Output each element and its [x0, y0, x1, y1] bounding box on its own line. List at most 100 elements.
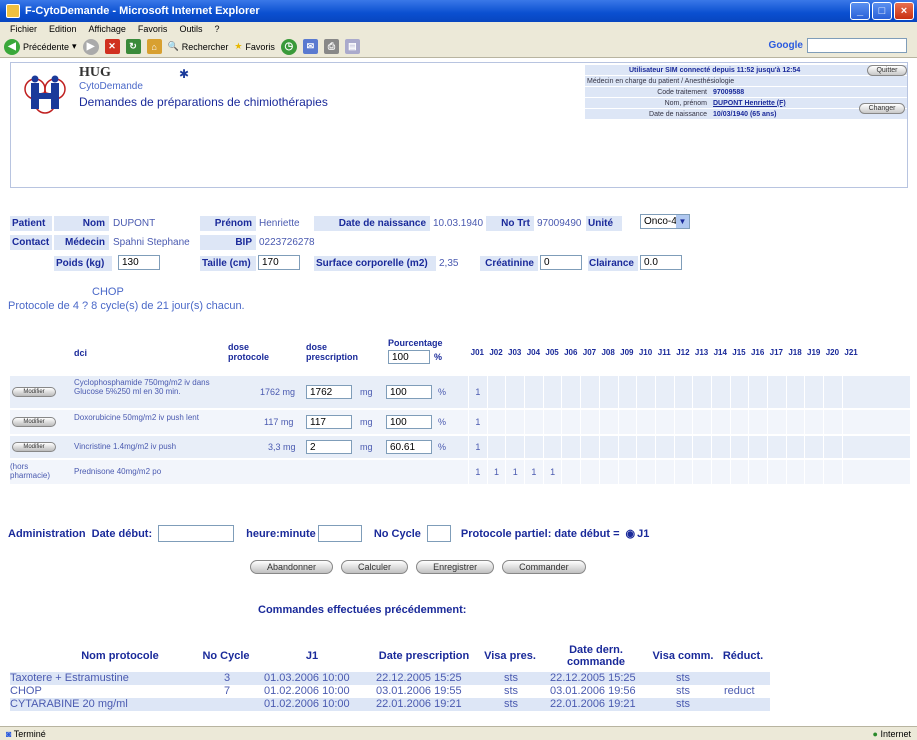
mail-icon[interactable]: ✉	[302, 39, 318, 54]
day-cell[interactable]	[505, 376, 524, 408]
day-cell[interactable]	[748, 436, 767, 458]
modifier-button[interactable]: Modifier	[12, 442, 56, 452]
day-cell[interactable]	[729, 376, 749, 408]
day-cell[interactable]	[710, 410, 730, 434]
menu-favoris[interactable]: Favoris	[138, 24, 168, 34]
print-icon[interactable]: ⎙	[323, 39, 339, 54]
menu-outils[interactable]: Outils	[179, 24, 202, 34]
edit-icon[interactable]: ▤	[344, 39, 360, 54]
day-cell[interactable]	[598, 436, 618, 458]
day-cell[interactable]	[617, 436, 637, 458]
maximize-button[interactable]: □	[872, 2, 892, 20]
cycle-input[interactable]	[426, 525, 451, 542]
day-cell[interactable]	[748, 376, 767, 408]
search-button[interactable]: 🔍 Rechercher	[168, 41, 229, 52]
minimize-button[interactable]: _	[850, 2, 870, 20]
pourcentage-input[interactable]: 100	[386, 415, 432, 429]
day-cell[interactable]	[636, 460, 655, 484]
clairance-input[interactable]: 0.0	[640, 255, 682, 270]
day-cell[interactable]	[580, 460, 599, 484]
day-cell[interactable]	[580, 410, 599, 434]
close-button[interactable]: ×	[894, 2, 914, 20]
table-row[interactable]: Taxotere + Estramustine 3 01.03.2006 10:…	[10, 672, 770, 685]
modifier-button[interactable]: Modifier	[12, 387, 56, 397]
menu-help[interactable]: ?	[214, 24, 219, 34]
day-cell[interactable]	[617, 410, 637, 434]
day-cell[interactable]: 1	[468, 376, 487, 408]
day-cell[interactable]	[785, 460, 805, 484]
quitter-button[interactable]: Quitter	[867, 65, 907, 76]
day-cell[interactable]	[729, 460, 749, 484]
unite-select[interactable]: Onco-4 ▼	[640, 214, 690, 229]
day-cell[interactable]	[542, 376, 562, 408]
stop-icon[interactable]: ✕	[104, 39, 120, 54]
dose-prescription-input[interactable]: 1762	[306, 385, 352, 399]
history-icon[interactable]: ◷	[280, 38, 297, 55]
day-cell[interactable]	[710, 376, 730, 408]
changer-button[interactable]: Changer	[859, 103, 905, 114]
favorites-button[interactable]: ★ Favoris	[234, 41, 275, 52]
pourcentage-global-input[interactable]: 100	[388, 350, 430, 364]
day-cell[interactable]	[748, 460, 767, 484]
day-cell[interactable]	[673, 376, 693, 408]
day-cell[interactable]	[692, 410, 711, 434]
day-cell[interactable]	[598, 410, 618, 434]
menu-edition[interactable]: Edition	[49, 24, 77, 34]
day-cell[interactable]	[804, 460, 823, 484]
day-cell[interactable]	[785, 436, 805, 458]
dose-prescription-input[interactable]: 2	[306, 440, 352, 454]
day-cell[interactable]	[561, 436, 580, 458]
day-cell[interactable]	[841, 436, 861, 458]
day-cell[interactable]	[804, 436, 823, 458]
day-cell[interactable]	[636, 436, 655, 458]
pourcentage-input[interactable]: 60.61	[386, 440, 432, 454]
menu-affichage[interactable]: Affichage	[89, 24, 126, 34]
day-cell[interactable]: 1	[524, 460, 543, 484]
abandonner-button[interactable]: Abandonner	[250, 560, 334, 574]
day-cell[interactable]	[542, 436, 562, 458]
day-cell[interactable]	[804, 410, 823, 434]
google-search-input[interactable]	[807, 38, 907, 53]
day-cell[interactable]	[785, 376, 805, 408]
day-cell[interactable]	[561, 410, 580, 434]
day-cell[interactable]	[636, 376, 655, 408]
day-cell[interactable]	[692, 460, 711, 484]
date-debut-input[interactable]	[158, 525, 235, 542]
day-cell[interactable]	[598, 376, 618, 408]
day-cell[interactable]	[542, 410, 562, 434]
day-cell[interactable]	[673, 460, 693, 484]
forward-icon[interactable]: ▶	[82, 38, 99, 55]
day-cell[interactable]	[524, 376, 543, 408]
day-cell[interactable]	[729, 410, 749, 434]
creatinine-input[interactable]: 0	[540, 255, 582, 270]
radio-icon[interactable]: ◉	[626, 527, 636, 540]
day-cell[interactable]	[748, 410, 767, 434]
day-cell[interactable]	[841, 376, 861, 408]
day-cell[interactable]	[673, 410, 693, 434]
day-cell[interactable]	[617, 460, 637, 484]
commander-button[interactable]: Commander	[502, 560, 586, 574]
day-cell[interactable]	[841, 410, 861, 434]
day-cell[interactable]	[841, 460, 861, 484]
day-cell[interactable]	[823, 460, 842, 484]
day-cell[interactable]	[767, 460, 786, 484]
day-cell[interactable]: 1	[486, 460, 506, 484]
day-cell[interactable]	[710, 436, 730, 458]
day-cell[interactable]	[804, 376, 823, 408]
day-cell[interactable]	[524, 436, 543, 458]
day-cell[interactable]	[767, 436, 786, 458]
day-cell[interactable]	[561, 460, 580, 484]
heure-input[interactable]	[317, 525, 362, 542]
day-cell[interactable]	[505, 410, 524, 434]
day-cell[interactable]	[673, 436, 693, 458]
day-cell[interactable]: 1	[505, 460, 524, 484]
menu-fichier[interactable]: Fichier	[10, 24, 37, 34]
day-cell[interactable]: 1	[468, 410, 487, 434]
day-cell[interactable]	[617, 376, 637, 408]
day-cell[interactable]	[823, 376, 842, 408]
day-cell[interactable]: 1	[468, 460, 487, 484]
day-cell[interactable]	[692, 436, 711, 458]
back-button[interactable]: ◀ Précédente ▾	[4, 38, 77, 55]
day-cell[interactable]	[654, 460, 674, 484]
day-cell[interactable]	[767, 410, 786, 434]
